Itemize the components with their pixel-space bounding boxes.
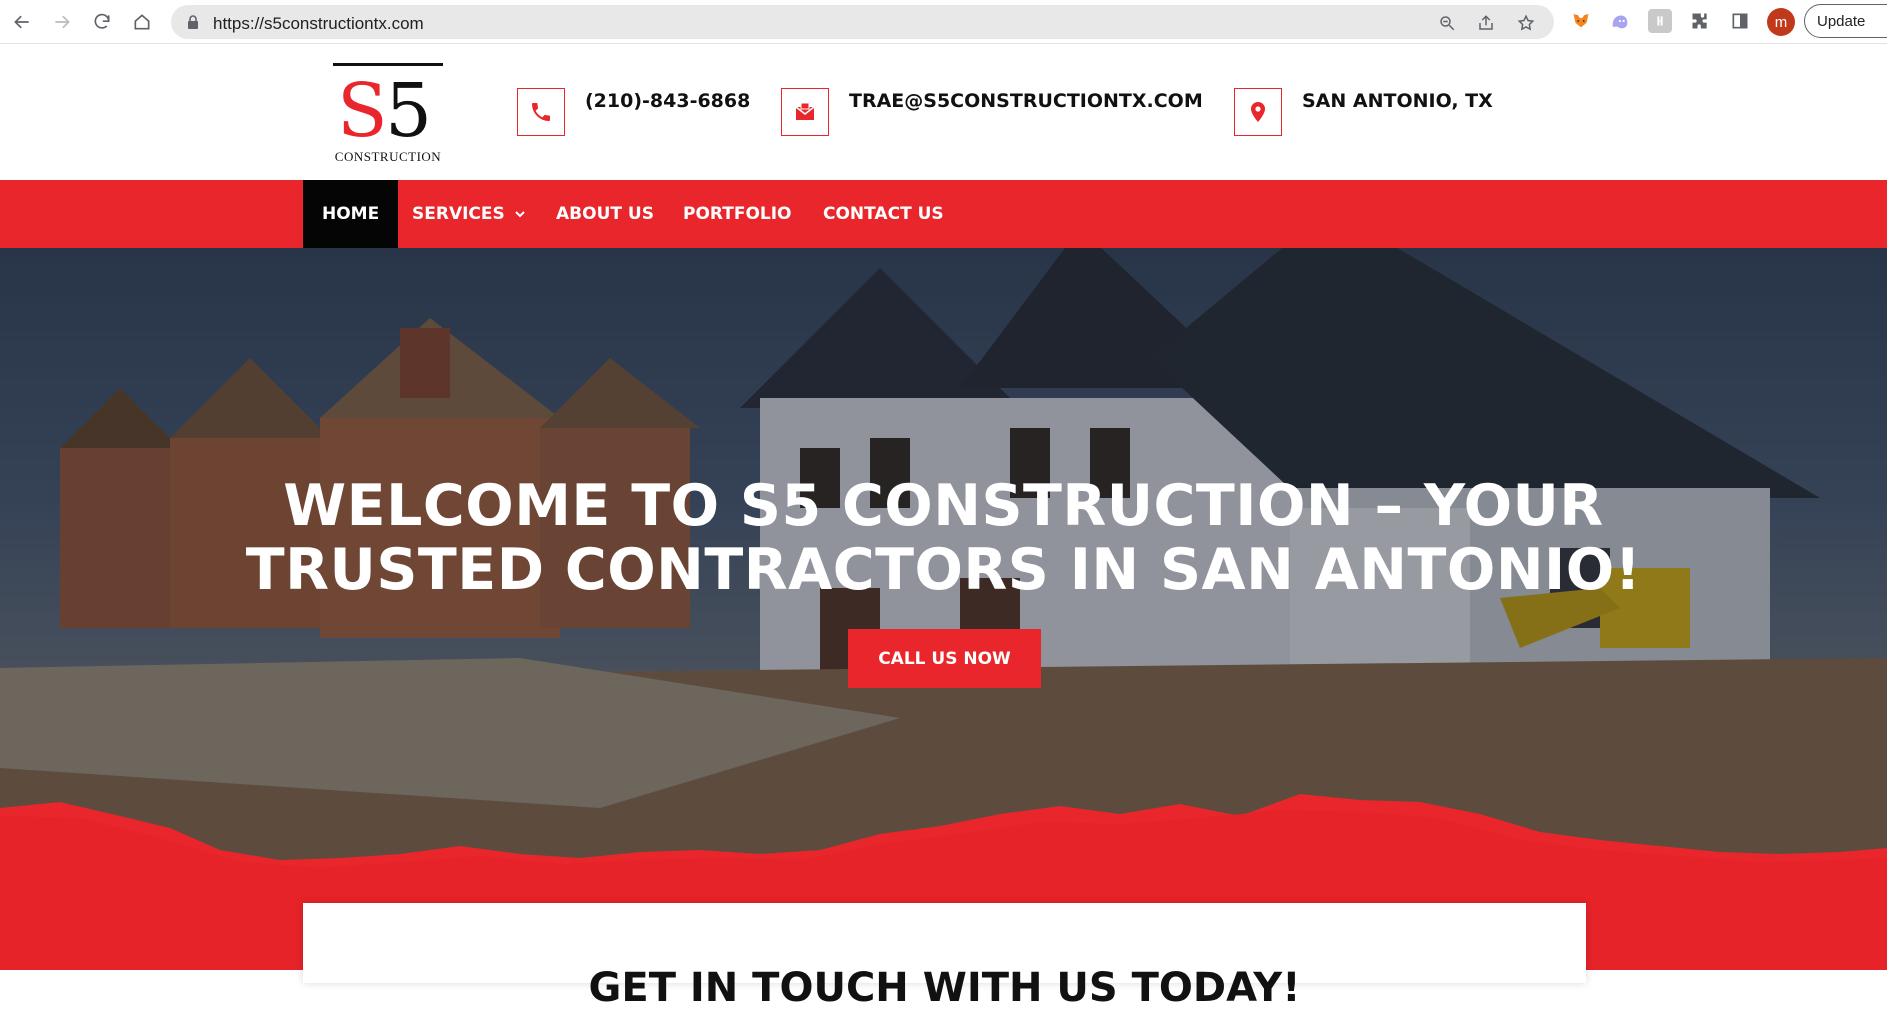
lock-icon [188, 15, 198, 29]
main-navigation: HOME SERVICES ABOUT US PORTFOLIO CONTACT… [0, 180, 1887, 248]
phone-icon [517, 88, 565, 136]
mail-icon [781, 88, 829, 136]
logo-bar [333, 63, 443, 66]
contact-phone[interactable]: (210)-843-6868 [517, 88, 750, 136]
share-icon[interactable] [1477, 14, 1495, 32]
star-icon[interactable] [1517, 14, 1535, 32]
hero-title-line1: WELCOME TO S5 CONSTRUCTION – YOUR [283, 473, 1604, 539]
zoom-icon[interactable] [1438, 14, 1456, 32]
nav-services[interactable]: SERVICES [412, 180, 527, 248]
chevron-down-icon [515, 211, 525, 218]
phone-text[interactable]: (210)-843-6868 [585, 90, 750, 112]
address-bar[interactable]: https://s5constructiontx.com [171, 5, 1554, 39]
nav-contact-us[interactable]: CONTACT US [823, 180, 944, 248]
s5-logo[interactable]: S 5 CONSTRUCTION [333, 63, 443, 167]
contact-location[interactable]: SAN ANTONIO, TX [1234, 88, 1493, 136]
contact-email[interactable]: TRAE@S5CONSTRUCTIONTX.COM [781, 88, 1203, 136]
forward-icon[interactable] [49, 9, 75, 35]
logo-s: S [337, 68, 388, 154]
url-text[interactable]: https://s5constructiontx.com [213, 14, 424, 34]
update-button[interactable]: Update [1804, 4, 1887, 38]
extensions-puzzle-icon[interactable] [1688, 9, 1712, 33]
side-panel-icon[interactable] [1728, 9, 1752, 33]
ghost-extension-icon[interactable] [1608, 9, 1632, 33]
nav-services-label: SERVICES [412, 204, 505, 224]
logo-subtitle: CONSTRUCTION [334, 149, 442, 164]
hero-section: WELCOME TO S5 CONSTRUCTION – YOUR TRUSTE… [0, 248, 1887, 970]
nav-portfolio[interactable]: PORTFOLIO [683, 180, 792, 248]
browser-toolbar: https://s5constructiontx.com m Update [0, 0, 1887, 44]
home-icon[interactable] [129, 9, 155, 35]
email-text[interactable]: TRAE@S5CONSTRUCTIONTX.COM [849, 90, 1203, 112]
logo-five: 5 [385, 68, 433, 154]
metamask-icon[interactable] [1569, 9, 1593, 33]
call-us-now-button[interactable]: CALL US NOW [848, 629, 1041, 688]
map-pin-icon [1234, 88, 1282, 136]
nav-home[interactable]: HOME [303, 180, 399, 248]
card-heading: GET IN TOUCH WITH US TODAY! [588, 965, 1301, 1011]
back-icon[interactable] [9, 9, 35, 35]
reload-icon[interactable] [89, 9, 115, 35]
hero-title: WELCOME TO S5 CONSTRUCTION – YOUR TRUSTE… [0, 474, 1887, 602]
location-text: SAN ANTONIO, TX [1302, 90, 1493, 112]
nav-about-us[interactable]: ABOUT US [556, 180, 654, 248]
extension-icon[interactable] [1648, 9, 1672, 33]
hero-title-line2: TRUSTED CONTRACTORS IN SAN ANTONIO! [245, 537, 1642, 603]
contact-card: GET IN TOUCH WITH US TODAY! [303, 903, 1586, 1011]
profile-avatar[interactable]: m [1767, 8, 1795, 36]
site-header: S 5 CONSTRUCTION (210)-843-6868 TRAE@S5C… [0, 44, 1887, 180]
